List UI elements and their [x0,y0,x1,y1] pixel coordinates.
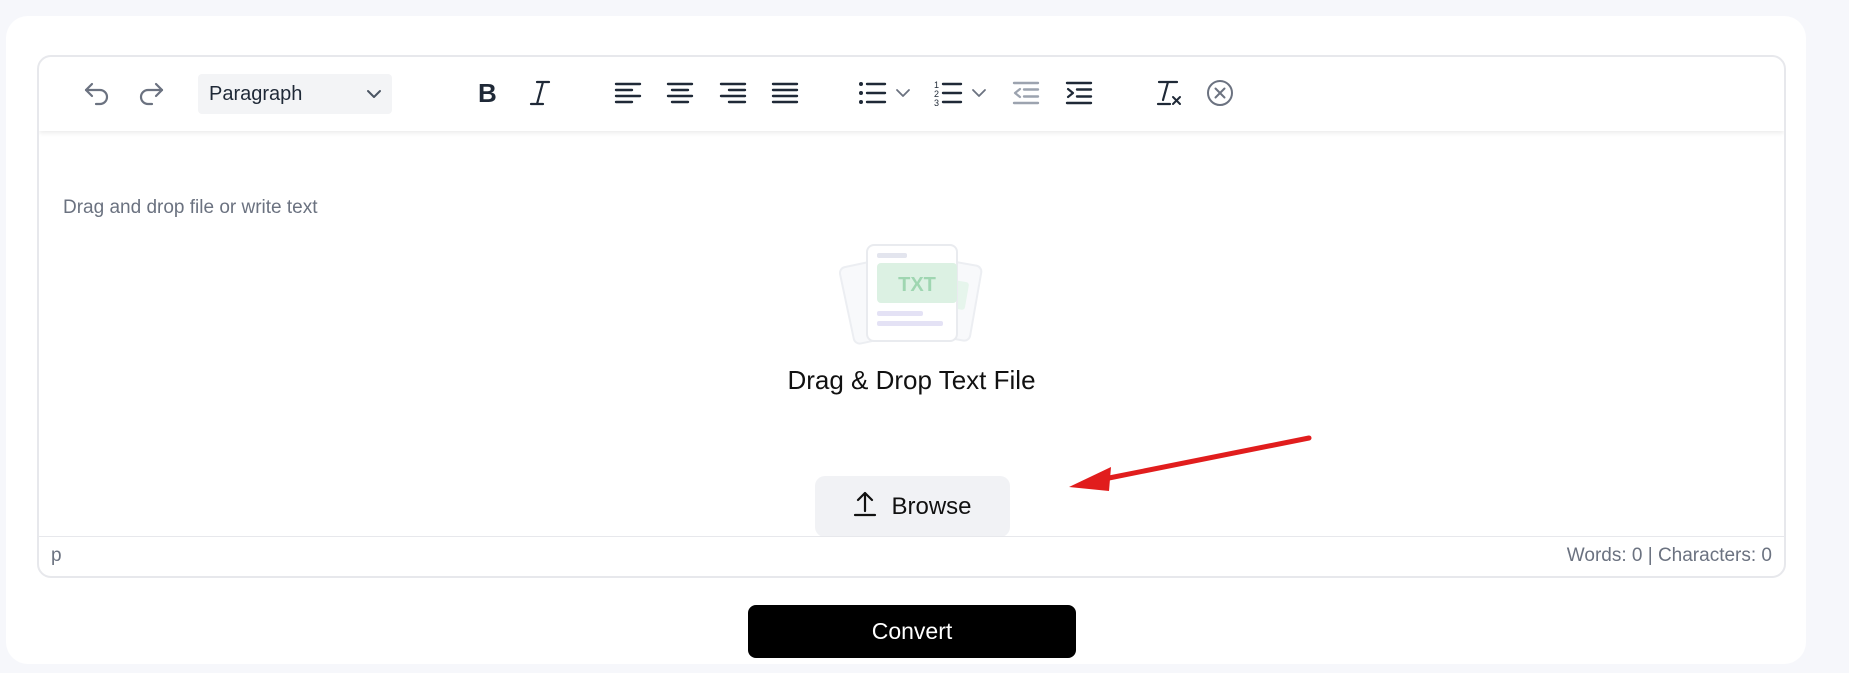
italic-icon[interactable] [521,74,559,112]
block-format-select[interactable]: Paragraph [198,74,392,114]
editor-placeholder: Drag and drop file or write text [63,197,318,218]
browse-label: Browse [891,492,972,520]
undo-icon[interactable] [78,74,116,112]
file-badge: TXT [898,274,936,296]
annotation-arrow [1059,431,1319,496]
editor-statusbar: p Words: 0 | Characters: 0 [39,536,1784,576]
align-right-icon[interactable] [714,74,752,112]
bullet-list-icon [858,80,888,106]
numbered-list-icon: 123 [934,79,964,107]
block-format-value: Paragraph [209,82,303,105]
numbered-list-button[interactable]: 123 [929,74,993,112]
bullet-list-button[interactable] [853,74,917,112]
align-left-icon[interactable] [609,74,647,112]
converter-card: Paragraph B 1 2 3 Drag and drop file or … [6,16,1806,664]
svg-text:3: 3 [934,98,939,107]
svg-text:B: B [478,78,497,108]
browse-button[interactable]: Browse [815,476,1010,537]
indent-icon[interactable] [1060,74,1098,112]
close-circle-icon[interactable] [1201,74,1239,112]
chevron-down-icon [364,84,384,110]
upload-icon [853,489,877,524]
rich-text-editor[interactable]: Paragraph B 1 2 3 Drag and drop file or … [37,55,1786,578]
editor-toolbar: Paragraph B 1 2 3 [39,57,1784,131]
chevron-down-icon [970,84,988,102]
element-path: p [51,545,62,566]
align-justify-icon[interactable] [766,74,804,112]
clear-formatting-icon[interactable] [1149,74,1187,112]
align-center-icon[interactable] [661,74,699,112]
editor-content-area[interactable]: Drag and drop file or write text TXT Dra… [39,131,1784,537]
outdent-icon[interactable] [1007,74,1045,112]
text-file-icon: TXT [837,239,987,354]
dropzone-title: Drag & Drop Text File [787,365,1036,395]
redo-icon[interactable] [132,74,170,112]
convert-button[interactable]: Convert [748,605,1076,658]
chevron-down-icon [894,84,912,102]
word-character-count: Words: 0 | Characters: 0 [1566,545,1772,566]
bold-icon[interactable]: B [468,74,506,112]
